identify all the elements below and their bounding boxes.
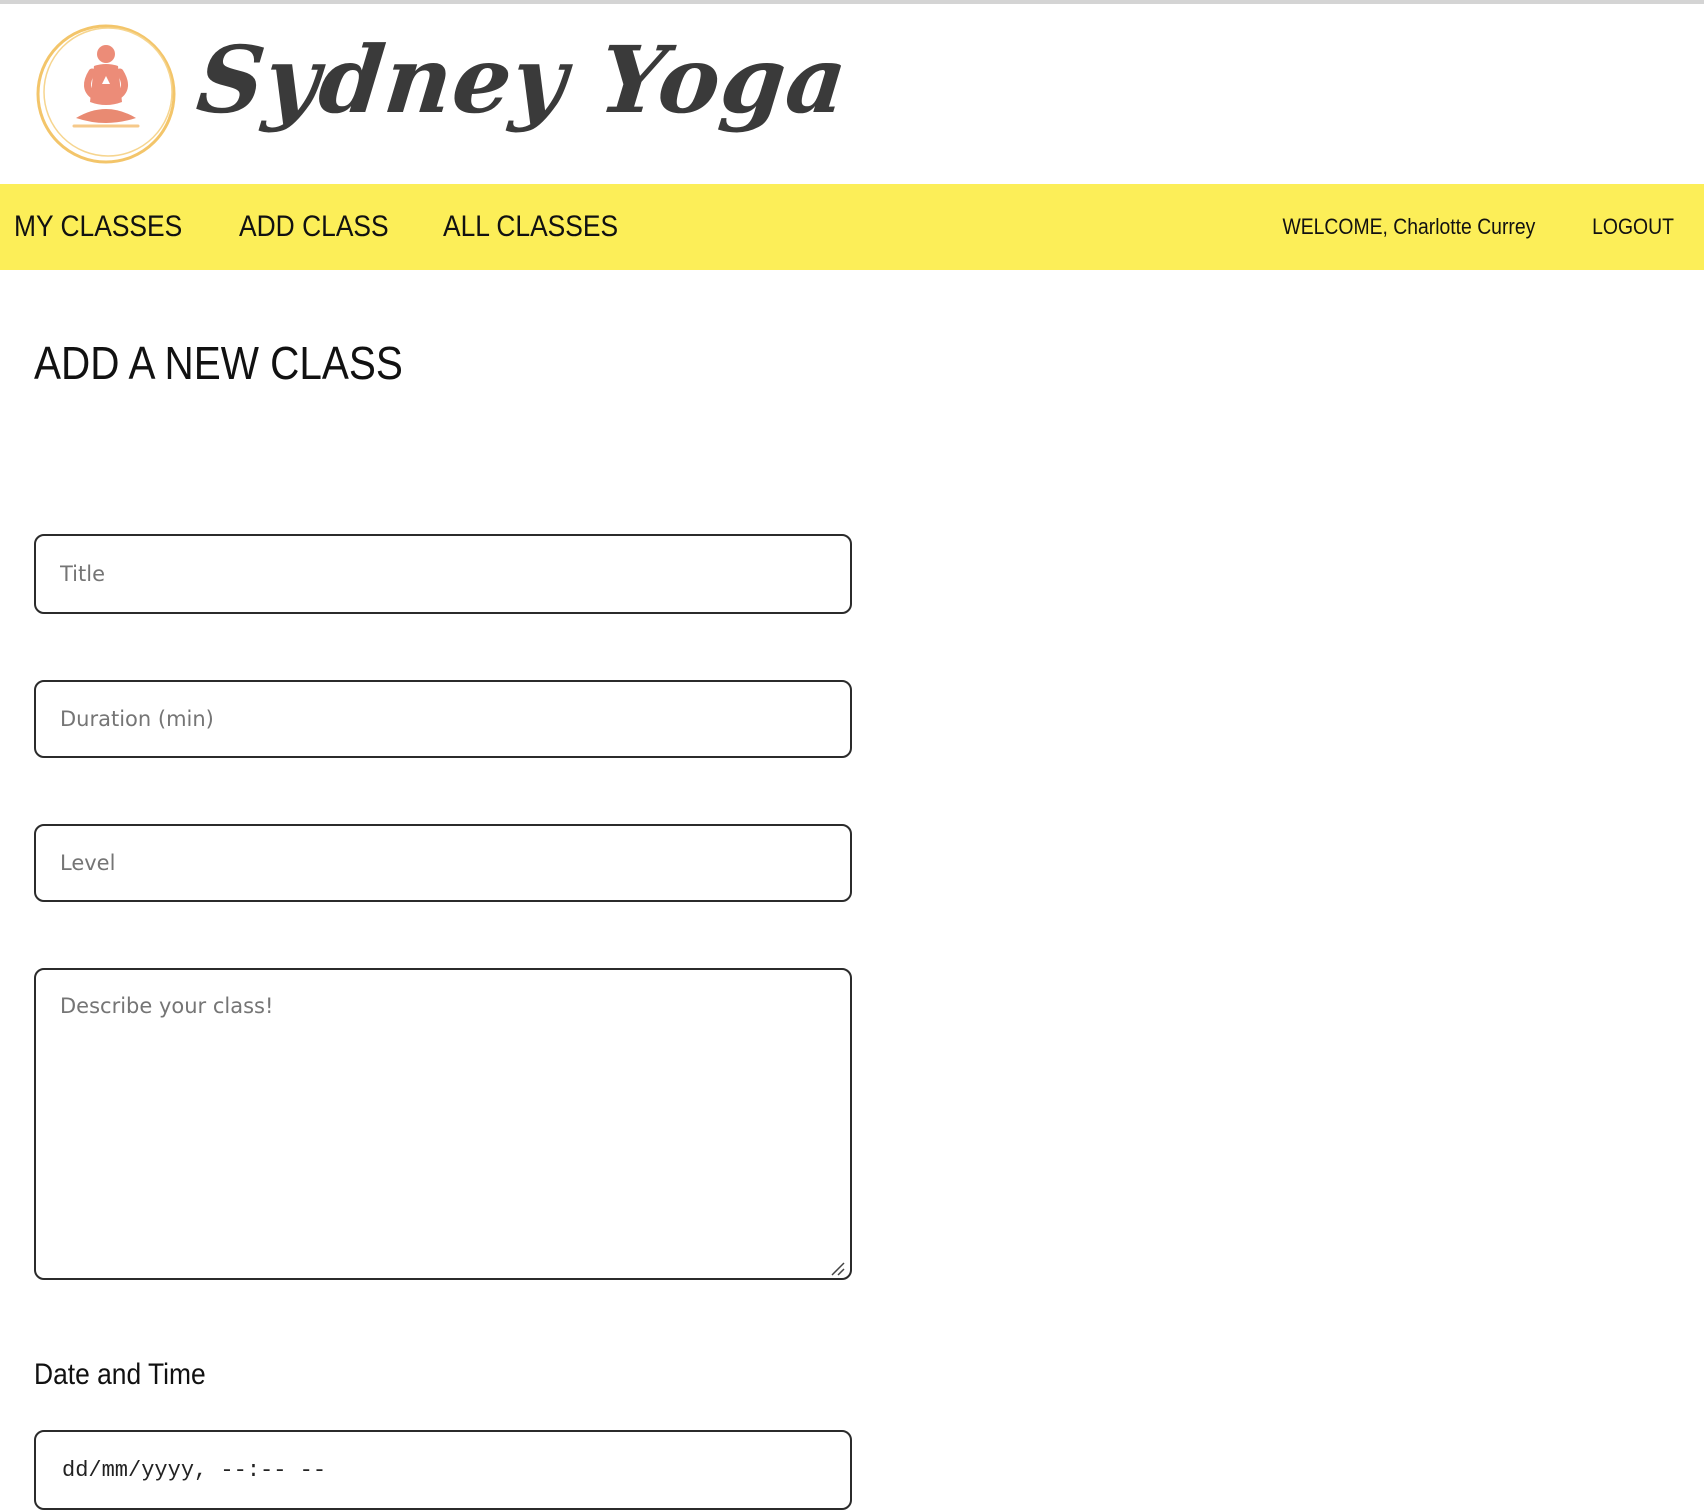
level-input[interactable] bbox=[34, 824, 852, 902]
nav-links: MY CLASSES ADD CLASS ALL CLASSES bbox=[14, 184, 676, 270]
nav-all-classes[interactable]: ALL CLASSES bbox=[443, 210, 618, 244]
nav-user-area: WELCOME, Charlotte Currey LOGOUT bbox=[1248, 184, 1674, 270]
logo-meditating-figure-icon[interactable] bbox=[34, 22, 179, 167]
datetime-placeholder: dd/mm/yyyy, --:-- -- bbox=[62, 1457, 327, 1483]
nav-my-classes[interactable]: MY CLASSES bbox=[14, 210, 182, 244]
resize-handle-icon[interactable] bbox=[830, 1261, 846, 1277]
duration-input[interactable] bbox=[34, 680, 852, 758]
page-title: ADD A NEW CLASS bbox=[34, 337, 403, 389]
site-brand[interactable]: Sydney Yoga bbox=[192, 26, 852, 134]
logout-link[interactable]: LOGOUT bbox=[1592, 214, 1674, 240]
datetime-input[interactable]: dd/mm/yyyy, --:-- -- bbox=[34, 1430, 852, 1510]
datetime-label: Date and Time bbox=[34, 1358, 206, 1391]
nav-add-class[interactable]: ADD CLASS bbox=[239, 210, 389, 244]
description-textarea[interactable] bbox=[34, 968, 852, 1280]
welcome-text: WELCOME, Charlotte Currey bbox=[1282, 214, 1536, 239]
title-input[interactable] bbox=[34, 534, 852, 614]
site-header: Sydney Yoga bbox=[0, 4, 1704, 184]
main-navbar: MY CLASSES ADD CLASS ALL CLASSES WELCOME… bbox=[0, 184, 1704, 270]
